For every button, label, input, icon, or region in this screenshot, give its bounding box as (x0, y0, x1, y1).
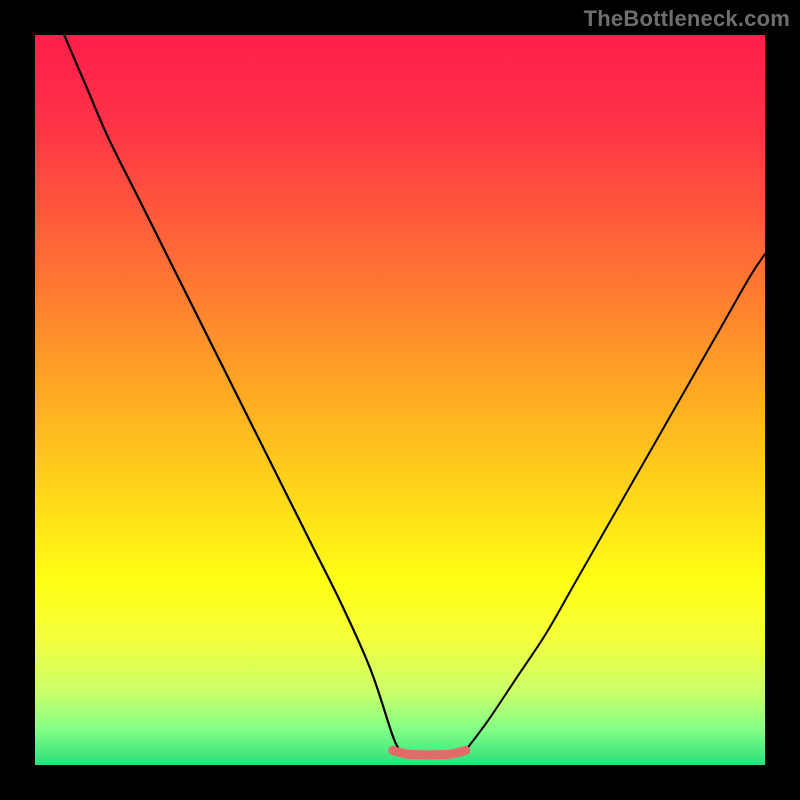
trough-marker (393, 750, 466, 754)
plot-area (35, 35, 765, 765)
right-branch (466, 254, 765, 750)
watermark-text: TheBottleneck.com (584, 6, 790, 32)
left-branch (64, 35, 400, 750)
curves-svg (35, 35, 765, 765)
chart-frame: TheBottleneck.com (0, 0, 800, 800)
